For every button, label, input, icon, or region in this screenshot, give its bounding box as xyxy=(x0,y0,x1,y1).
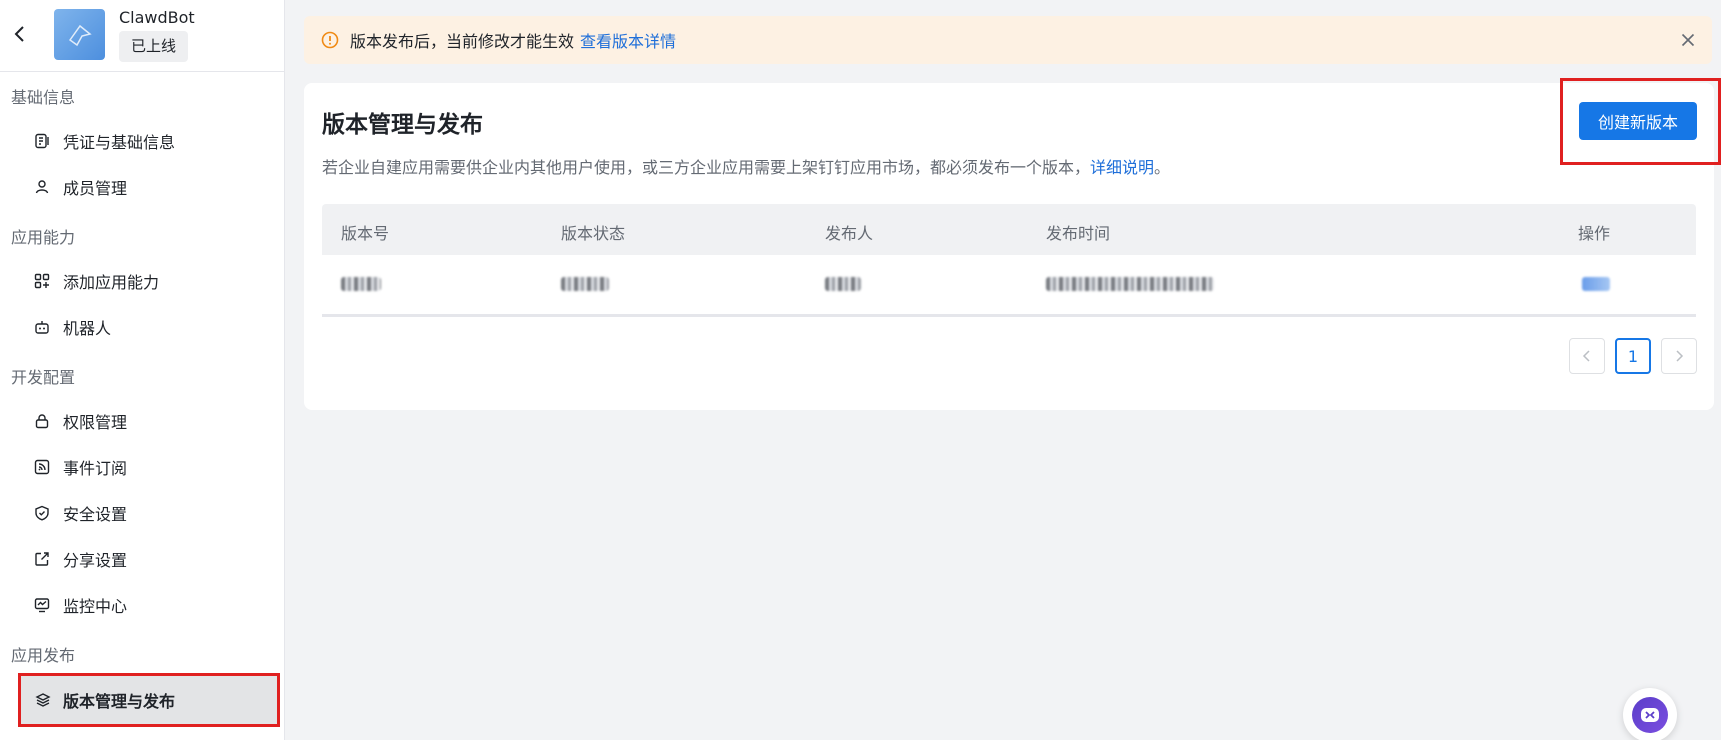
sidebar-item-label: 机器人 xyxy=(63,319,112,338)
shield-icon xyxy=(33,504,51,522)
lock-icon xyxy=(33,412,51,430)
sidebar-item-version-management[interactable]: 版本管理与发布 xyxy=(18,673,280,727)
cell-action-link-redacted[interactable] xyxy=(1582,277,1610,291)
column-header-status: 版本状态 xyxy=(561,224,626,243)
chevron-left-icon xyxy=(1582,350,1590,362)
page-number-button[interactable]: 1 xyxy=(1615,338,1651,374)
group-title-publish: 应用发布 xyxy=(11,646,76,665)
assistant-icon xyxy=(1632,697,1668,733)
column-header-actions: 操作 xyxy=(1578,224,1611,243)
sidebar-item-label: 事件订阅 xyxy=(63,459,128,478)
next-page-button[interactable] xyxy=(1661,338,1697,374)
cell-status-redacted xyxy=(561,277,609,291)
notice-text: 版本发布后，当前修改才能生效 查看版本详情 xyxy=(350,28,676,52)
status-badge: 已上线 xyxy=(119,31,189,62)
column-header-version: 版本号 xyxy=(341,224,390,243)
details-link[interactable]: 详细说明 xyxy=(1090,158,1154,177)
sidebar-item-label: 版本管理与发布 xyxy=(63,692,176,711)
rss-icon xyxy=(33,458,51,476)
view-version-details-link[interactable]: 查看版本详情 xyxy=(580,32,676,51)
share-icon xyxy=(33,550,51,568)
app-header: ClawdBot 已上线 xyxy=(0,0,284,72)
cell-publisher-redacted xyxy=(825,277,861,291)
chevron-right-icon xyxy=(1676,350,1684,362)
assistant-float-button[interactable] xyxy=(1623,688,1677,740)
create-new-version-button[interactable]: 创建新版本 xyxy=(1579,102,1697,140)
monitor-icon xyxy=(33,596,51,614)
column-header-publisher: 发布人 xyxy=(825,224,874,243)
sidebar-item-label: 成员管理 xyxy=(63,179,128,198)
sidebar-item-add-capability[interactable]: 添加应用能力 xyxy=(0,261,284,301)
bird-logo-icon xyxy=(68,24,92,46)
group-title-basic: 基础信息 xyxy=(11,88,76,107)
sidebar-item-members[interactable]: 成员管理 xyxy=(0,167,284,207)
description-text: 若企业自建应用需要供企业内其他用户使用，或三方企业应用需要上架钉钉应用市场，都必… xyxy=(322,158,1091,177)
sidebar-item-label: 添加应用能力 xyxy=(63,273,160,292)
notice-message: 版本发布后，当前修改才能生效 xyxy=(350,32,575,51)
description-end: 。 xyxy=(1154,158,1171,177)
notice-bar: 版本发布后，当前修改才能生效 查看版本详情 xyxy=(304,16,1712,64)
page-title: 版本管理与发布 xyxy=(322,112,483,138)
sidebar-item-events[interactable]: 事件订阅 xyxy=(0,447,284,487)
sidebar-item-label: 权限管理 xyxy=(63,413,128,432)
back-button[interactable] xyxy=(8,20,32,48)
grid-plus-icon xyxy=(33,272,51,290)
version-table: 版本号 版本状态 发布人 发布时间 操作 xyxy=(322,204,1696,317)
table-header: 版本号 版本状态 发布人 发布时间 操作 xyxy=(322,204,1696,255)
user-icon xyxy=(33,178,51,196)
chevron-left-icon xyxy=(14,26,24,42)
sidebar-item-security[interactable]: 安全设置 xyxy=(0,493,284,533)
page-description: 若企业自建应用需要供企业内其他用户使用，或三方企业应用需要上架钉钉应用市场，都必… xyxy=(322,154,1170,178)
credential-icon xyxy=(33,132,51,150)
create-button-highlight: 创建新版本 xyxy=(1560,78,1721,165)
sidebar-item-monitor[interactable]: 监控中心 xyxy=(0,585,284,625)
layers-icon xyxy=(34,691,52,709)
app-name: ClawdBot xyxy=(119,8,195,27)
version-card: 版本管理与发布 创建新版本 若企业自建应用需要供企业内其他用户使用，或三方企业应… xyxy=(304,78,1721,410)
cell-publish-time-redacted xyxy=(1046,277,1214,291)
close-notice-button[interactable] xyxy=(1676,28,1700,52)
sidebar-item-share[interactable]: 分享设置 xyxy=(0,539,284,579)
sidebar-item-label: 凭证与基础信息 xyxy=(63,133,176,152)
app-logo xyxy=(54,9,105,60)
column-header-publish-time: 发布时间 xyxy=(1046,224,1111,243)
sidebar-item-permissions[interactable]: 权限管理 xyxy=(0,401,284,441)
group-title-dev: 开发配置 xyxy=(11,368,76,387)
prev-page-button[interactable] xyxy=(1569,338,1605,374)
sidebar-item-credentials[interactable]: 凭证与基础信息 xyxy=(0,121,284,161)
warning-info-icon xyxy=(321,31,339,49)
sidebar-item-robot[interactable]: 机器人 xyxy=(0,307,284,347)
robot-icon xyxy=(33,318,51,336)
cell-version-redacted xyxy=(341,277,381,291)
sidebar-item-label: 分享设置 xyxy=(63,551,128,570)
table-row xyxy=(322,255,1696,317)
sidebar: ClawdBot 已上线 基础信息 凭证与基础信息 成员管理 应用能力 添加应用… xyxy=(0,0,285,740)
close-icon xyxy=(1681,33,1695,47)
sidebar-item-label: 安全设置 xyxy=(63,505,128,524)
group-title-capability: 应用能力 xyxy=(11,228,76,247)
sidebar-item-label: 监控中心 xyxy=(63,597,128,616)
